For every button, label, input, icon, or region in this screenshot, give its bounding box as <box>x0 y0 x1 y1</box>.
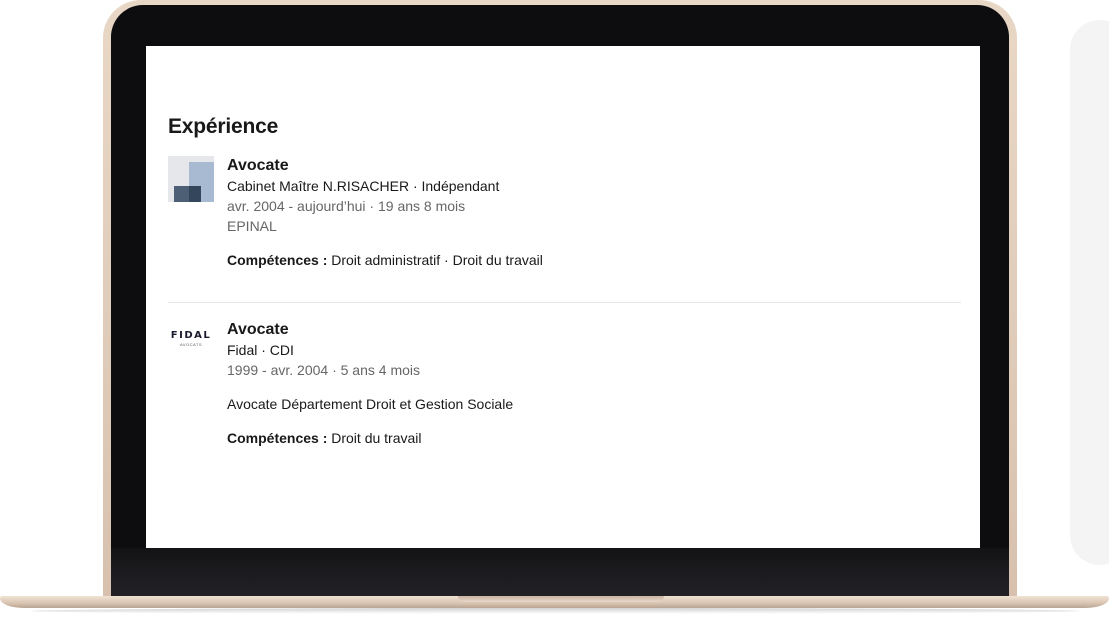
skills-label: Compétences : <box>227 430 328 446</box>
laptop-bezel-bottom <box>111 548 1009 600</box>
company-line: Cabinet Maître N.RISACHER · Indépendant <box>227 178 500 194</box>
company-line: Fidal · CDI <box>227 342 294 358</box>
skills-line: Compétences : Droit du travail <box>227 428 927 448</box>
fidal-logo-word: FIDAL <box>170 330 212 341</box>
fidal-logo-icon[interactable]: FIDAL AVOCATS <box>168 320 214 350</box>
divider <box>168 302 961 303</box>
company-logo-icon[interactable] <box>168 156 214 202</box>
location: EPINAL <box>227 218 277 234</box>
section-title: Expérience <box>168 115 279 138</box>
laptop-shadow <box>30 608 1080 614</box>
fidal-logo-sub: AVOCATS <box>179 342 203 347</box>
side-panel <box>1070 20 1109 565</box>
laptop-screen: Expérience Avocate Cabinet Maître N.RISA… <box>146 46 980 548</box>
skills-label: Compétences : <box>227 252 328 268</box>
skills-list: Droit administratif · Droit du travail <box>331 252 543 268</box>
date-range: 1999 - avr. 2004 · 5 ans 4 mois <box>227 362 420 378</box>
job-title[interactable]: Avocate <box>227 320 927 340</box>
skills-line: Compétences : Droit administratif · Droi… <box>227 250 927 270</box>
job-title[interactable]: Avocate <box>227 156 927 176</box>
skills-list: Droit du travail <box>331 430 422 446</box>
laptop-notch <box>458 596 664 602</box>
description: Avocate Département Droit et Gestion Soc… <box>227 396 514 412</box>
date-range: avr. 2004 - aujourd’hui · 19 ans 8 mois <box>227 198 466 214</box>
